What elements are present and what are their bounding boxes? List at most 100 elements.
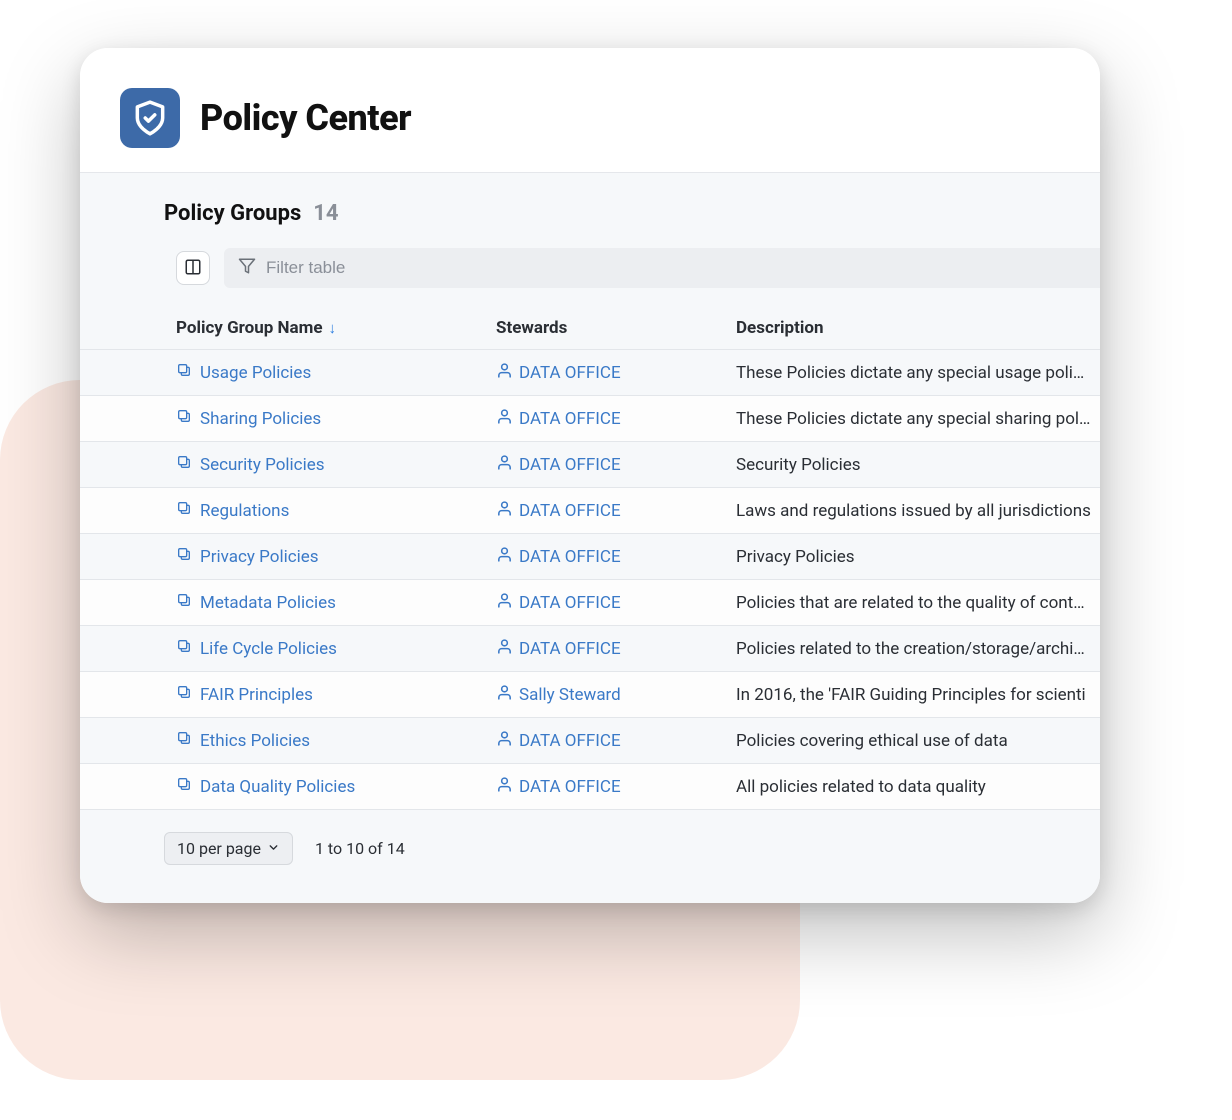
person-icon (496, 454, 513, 476)
policy-center-card: Policy Center Policy Groups 14 P (80, 48, 1100, 903)
policy-group-name: FAIR Principles (200, 685, 313, 705)
policy-group-name: Life Cycle Policies (200, 639, 337, 659)
policy-group-link[interactable]: Metadata Policies (176, 592, 496, 613)
policy-group-icon (176, 638, 192, 659)
steward-name: DATA OFFICE (519, 547, 621, 567)
chevron-down-icon (267, 839, 280, 858)
filter-input[interactable] (266, 258, 1086, 278)
policy-table: Policy Group Name ↓ Stewards Description… (80, 306, 1100, 810)
policy-group-link[interactable]: Privacy Policies (176, 546, 496, 567)
person-icon (496, 638, 513, 660)
policy-group-icon (176, 776, 192, 797)
column-header-stewards[interactable]: Stewards (496, 318, 736, 338)
person-icon (496, 546, 513, 568)
policy-group-link[interactable]: Sharing Policies (176, 408, 496, 429)
steward-link[interactable]: DATA OFFICE (496, 546, 736, 568)
steward-link[interactable]: DATA OFFICE (496, 776, 736, 798)
steward-name: DATA OFFICE (519, 501, 621, 521)
policy-group-name: Data Quality Policies (200, 777, 355, 797)
person-icon (496, 362, 513, 384)
policy-group-icon (176, 362, 192, 383)
steward-name: Sally Steward (519, 685, 621, 705)
person-icon (496, 408, 513, 430)
policy-group-name: Security Policies (200, 455, 325, 475)
policy-group-link[interactable]: Data Quality Policies (176, 776, 496, 797)
column-header-description[interactable]: Description (736, 318, 1100, 338)
column-header-name[interactable]: Policy Group Name ↓ (176, 318, 496, 338)
sort-desc-icon: ↓ (329, 319, 337, 337)
policy-group-icon (176, 546, 192, 567)
steward-link[interactable]: DATA OFFICE (496, 408, 736, 430)
steward-name: DATA OFFICE (519, 777, 621, 797)
policy-group-name: Sharing Policies (200, 409, 321, 429)
person-icon (496, 592, 513, 614)
table-row: Security Policies DATA OFFICE Security Pol… (80, 442, 1100, 488)
policy-group-link[interactable]: Usage Policies (176, 362, 496, 383)
table-footer: 10 per page 1 to 10 of 14 (80, 810, 1100, 865)
policy-group-icon (176, 730, 192, 751)
policy-group-name: Usage Policies (200, 363, 311, 383)
steward-name: DATA OFFICE (519, 363, 621, 383)
policy-description: These Policies dictate any special usage… (736, 363, 1100, 383)
policy-group-icon (176, 592, 192, 613)
table-row: Data Quality Policies DATA OFFICE All poli… (80, 764, 1100, 810)
column-header-description-label: Description (736, 318, 823, 338)
steward-name: DATA OFFICE (519, 639, 621, 659)
table-row: FAIR Principles Sally Steward In 2016, the… (80, 672, 1100, 718)
section-title: Policy Groups (164, 201, 301, 226)
table-row: Privacy Policies DATA OFFICE Privacy Polic… (80, 534, 1100, 580)
person-icon (496, 500, 513, 522)
shield-check-icon (120, 88, 180, 148)
table-header-row: Policy Group Name ↓ Stewards Description (80, 306, 1100, 350)
person-icon (496, 684, 513, 706)
policy-description: Privacy Policies (736, 547, 1100, 567)
per-page-label: 10 per page (177, 839, 261, 858)
policy-group-link[interactable]: FAIR Principles (176, 684, 496, 705)
policy-group-icon (176, 408, 192, 429)
policy-group-link[interactable]: Regulations (176, 500, 496, 521)
page-title: Policy Center (200, 97, 411, 139)
table-body: Usage Policies DATA OFFICE These Policies … (80, 350, 1100, 810)
section-count: 14 (313, 201, 338, 226)
steward-link[interactable]: DATA OFFICE (496, 362, 736, 384)
pagination-range: 1 to 10 of 14 (315, 839, 405, 858)
table-row: Metadata PoliciesDATA OFFICEPolicies tha… (80, 580, 1100, 626)
person-icon (496, 730, 513, 752)
steward-link[interactable]: DATA OFFICE (496, 454, 736, 476)
columns-button[interactable] (176, 251, 210, 285)
table-row: Regulations DATA OFFICE Laws and regulatio… (80, 488, 1100, 534)
policy-group-link[interactable]: Ethics Policies (176, 730, 496, 751)
steward-link[interactable]: DATA OFFICE (496, 500, 736, 522)
column-header-name-label: Policy Group Name (176, 318, 323, 338)
policy-group-link[interactable]: Security Policies (176, 454, 496, 475)
content-area: Policy Groups 14 Policy Group Name ↓ (80, 172, 1100, 903)
steward-name: DATA OFFICE (519, 409, 621, 429)
policy-description: All policies related to data quality (736, 777, 1100, 797)
policy-group-icon (176, 684, 192, 705)
steward-link[interactable]: DATA OFFICE (496, 638, 736, 660)
steward-name: DATA OFFICE (519, 731, 621, 751)
policy-description: Laws and regulations issued by all juris… (736, 501, 1100, 521)
per-page-select[interactable]: 10 per page (164, 832, 293, 865)
policy-description: Security Policies (736, 455, 1100, 475)
policy-group-link[interactable]: Life Cycle Policies (176, 638, 496, 659)
steward-link[interactable]: Sally Steward (496, 684, 736, 706)
filter-input-wrap[interactable] (224, 248, 1100, 288)
policy-description: Policies related to the creation/storage… (736, 639, 1100, 659)
policy-group-icon (176, 500, 192, 521)
policy-group-icon (176, 454, 192, 475)
steward-link[interactable]: DATA OFFICE (496, 730, 736, 752)
columns-icon (184, 258, 202, 279)
table-row: Ethics PoliciesDATA OFFICEPolicies cover… (80, 718, 1100, 764)
column-header-stewards-label: Stewards (496, 318, 567, 338)
table-row: Sharing PoliciesDATA OFFICEThese Policie… (80, 396, 1100, 442)
policy-description: In 2016, the 'FAIR Guiding Principles fo… (736, 685, 1100, 705)
filter-icon (238, 257, 256, 279)
table-row: Life Cycle Policies DATA OFFICE Policies r… (80, 626, 1100, 672)
table-toolbar (80, 248, 1100, 288)
steward-link[interactable]: DATA OFFICE (496, 592, 736, 614)
steward-name: DATA OFFICE (519, 455, 621, 475)
person-icon (496, 776, 513, 798)
policy-group-name: Regulations (200, 501, 289, 521)
policy-group-name: Ethics Policies (200, 731, 310, 751)
